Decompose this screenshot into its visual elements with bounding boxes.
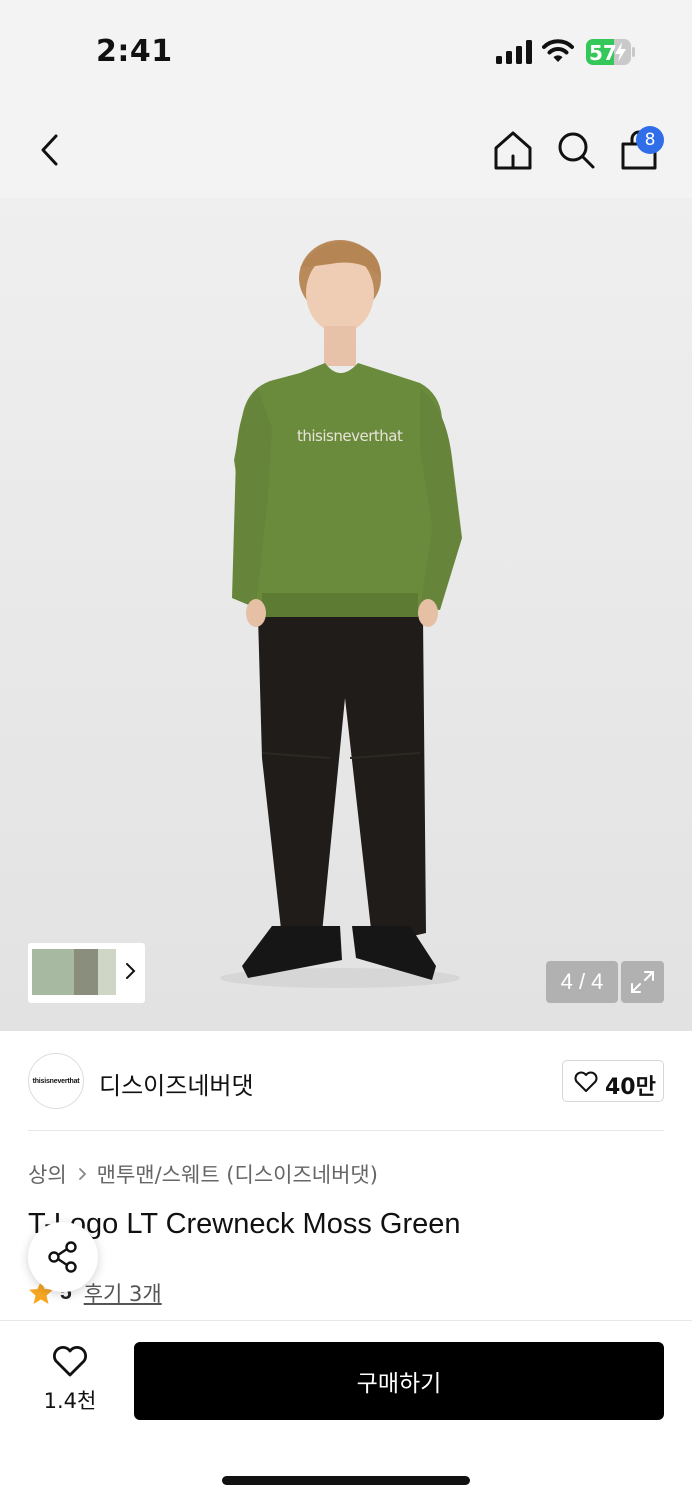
divider: [28, 1130, 664, 1131]
brand-row: thisisneverthat 디스이즈네버댓 40만: [0, 1031, 692, 1131]
cart-count-badge: 8: [636, 126, 664, 154]
brand-like-count: 40만: [605, 1075, 656, 1100]
heart-icon: [574, 1071, 598, 1092]
signal-icon: [496, 40, 532, 64]
breadcrumb-category[interactable]: 상의: [28, 1159, 67, 1189]
image-counter: 4 / 4: [546, 961, 618, 1003]
buy-button[interactable]: 구매하기: [134, 1342, 664, 1420]
thumbnail-1[interactable]: [32, 949, 74, 995]
breadcrumb: 상의 맨투맨/스웨트 (디스이즈네버댓): [28, 1160, 378, 1188]
expand-icon: [631, 971, 654, 993]
share-icon: [48, 1241, 77, 1273]
svg-text:thisisneverthat: thisisneverthat: [297, 427, 403, 445]
thumbnail-strip[interactable]: [28, 943, 145, 1003]
back-button[interactable]: [30, 128, 70, 172]
share-button[interactable]: [28, 1222, 98, 1292]
bottom-action-bar: 1.4천 구매하기: [0, 1320, 692, 1500]
chevron-right-icon: [78, 1168, 86, 1180]
battery-level: 57: [589, 41, 617, 65]
chevron-left-icon: [41, 134, 58, 166]
status-time: 2:41: [96, 34, 173, 69]
search-icon: [558, 132, 595, 169]
home-icon: [494, 131, 532, 170]
brand-like-button[interactable]: 40만: [562, 1060, 664, 1102]
home-indicator: [222, 1476, 470, 1485]
product-title: T-Logo LT Crewneck Moss Green: [28, 1208, 461, 1240]
status-bar: 2:41 57: [0, 0, 692, 100]
thumbnail-3[interactable]: [98, 949, 116, 995]
wishlist-count: 1.4천: [43, 1389, 97, 1413]
search-button[interactable]: [554, 128, 600, 174]
brand-name[interactable]: 디스이즈네버댓: [99, 1066, 254, 1101]
thumbnail-2[interactable]: [74, 949, 98, 995]
wishlist-button[interactable]: 1.4천: [30, 1345, 110, 1421]
top-nav-bar: [0, 100, 692, 198]
product-image-gallery[interactable]: thisisneverthat 4 / 4: [0, 198, 692, 1031]
product-model-image: thisisneverthat: [220, 240, 462, 988]
expand-image-button[interactable]: [621, 961, 664, 1003]
wifi-icon: [542, 39, 574, 62]
review-link[interactable]: 후기 3개: [84, 1278, 162, 1308]
chevron-right-icon: [126, 963, 136, 979]
brand-logo[interactable]: thisisneverthat: [28, 1053, 84, 1109]
home-button[interactable]: [490, 128, 536, 174]
breadcrumb-subcategory[interactable]: 맨투맨/스웨트 (디스이즈네버댓): [97, 1159, 378, 1189]
heart-icon: [53, 1346, 87, 1377]
